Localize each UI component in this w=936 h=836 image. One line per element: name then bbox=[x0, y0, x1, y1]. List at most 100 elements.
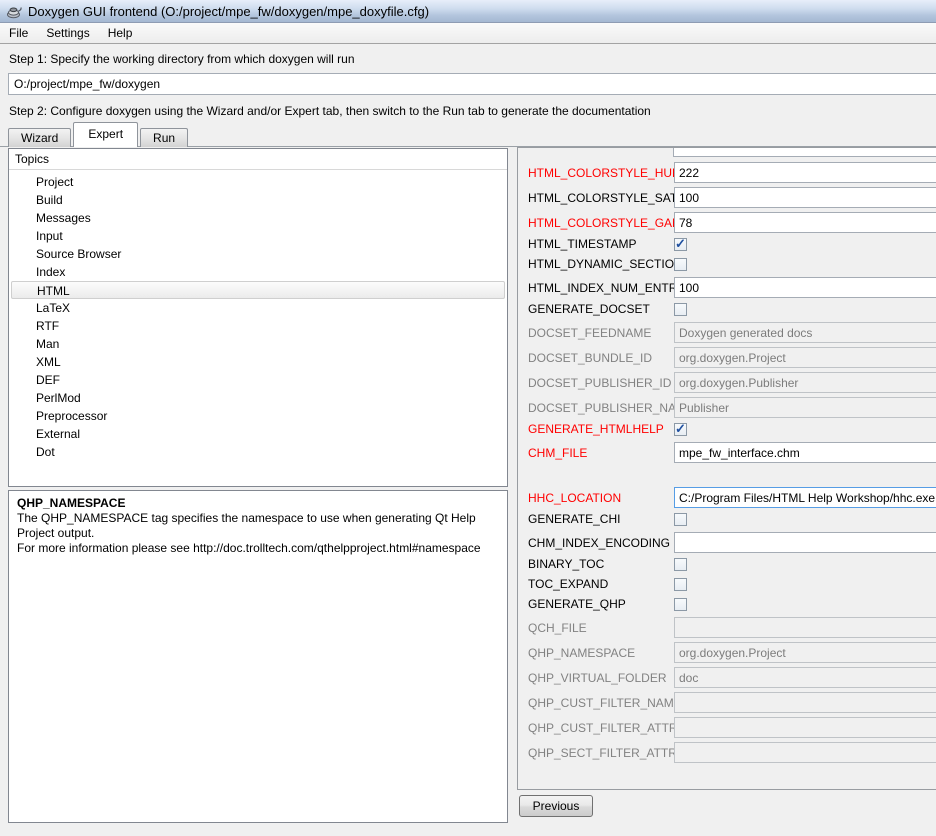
checkbox-generate-qhp[interactable] bbox=[674, 598, 687, 611]
topic-latex[interactable]: LaTeX bbox=[9, 299, 507, 317]
row-docset-publisher-name: DOCSET_PUBLISHER_NAME Publisher bbox=[528, 397, 936, 418]
row-hhc-location: HHC_LOCATION C:/Program Files/HTML Help … bbox=[528, 487, 936, 508]
input-qhp-cust-filter-attrs bbox=[674, 717, 936, 738]
input-docset-publisher-id: org.doxygen.Publisher bbox=[674, 372, 936, 393]
row-binary-toc: BINARY_TOC bbox=[528, 557, 936, 571]
input-value: Doxygen generated docs bbox=[679, 326, 812, 340]
help-line: The QHP_NAMESPACE tag specifies the name… bbox=[17, 511, 499, 541]
row-html-colorstyle-sat: HTML_COLORSTYLE_SAT 100 bbox=[528, 187, 936, 208]
checkbox-binary-toc[interactable] bbox=[674, 558, 687, 571]
step2-label: Step 2: Configure doxygen using the Wiza… bbox=[9, 104, 651, 118]
topic-html[interactable]: HTML bbox=[11, 281, 505, 299]
input-value: Publisher bbox=[679, 401, 729, 415]
label-qhp-namespace: QHP_NAMESPACE bbox=[528, 646, 674, 660]
checkbox-html-dynamic-sections[interactable] bbox=[674, 258, 687, 271]
label-toc-expand: TOC_EXPAND bbox=[528, 577, 674, 591]
input-qhp-sect-filter-attrs bbox=[674, 742, 936, 763]
working-directory-input[interactable]: O:/project/mpe_fw/doxygen bbox=[8, 73, 936, 95]
input-html-colorstyle-gamma[interactable]: 78 bbox=[674, 212, 936, 233]
help-line: For more information please see http://d… bbox=[17, 541, 499, 556]
checkbox-generate-docset[interactable] bbox=[674, 303, 687, 316]
row-docset-bundle-id: DOCSET_BUNDLE_ID org.doxygen.Project bbox=[528, 347, 936, 368]
topics-list: ProjectBuildMessagesInputSource BrowserI… bbox=[9, 170, 507, 461]
input-value: C:/Program Files/HTML Help Workshop/hhc.… bbox=[679, 491, 935, 505]
help-description: The QHP_NAMESPACE tag specifies the name… bbox=[17, 511, 499, 556]
clipped-field-above bbox=[673, 148, 936, 157]
previous-button[interactable]: Previous bbox=[519, 795, 593, 817]
row-toc-expand: TOC_EXPAND bbox=[528, 577, 936, 591]
label-generate-htmlhelp: GENERATE_HTMLHELP bbox=[528, 422, 674, 436]
input-html-colorstyle-sat[interactable]: 100 bbox=[674, 187, 936, 208]
input-chm-index-encoding[interactable] bbox=[674, 532, 936, 553]
doxygen-gui-window: Doxygen GUI frontend (O:/project/mpe_fw/… bbox=[0, 0, 936, 836]
checkbox-generate-chi[interactable] bbox=[674, 513, 687, 526]
label-html-colorstyle-hue: HTML_COLORSTYLE_HUE bbox=[528, 166, 674, 180]
checkbox-html-timestamp[interactable] bbox=[674, 238, 687, 251]
row-qhp-namespace: QHP_NAMESPACE org.doxygen.Project bbox=[528, 642, 936, 663]
input-qhp-namespace: org.doxygen.Project bbox=[674, 642, 936, 663]
topic-external[interactable]: External bbox=[9, 425, 507, 443]
label-qhp-cust-filter-name: QHP_CUST_FILTER_NAME bbox=[528, 696, 674, 710]
input-value: 222 bbox=[679, 166, 699, 180]
label-generate-docset: GENERATE_DOCSET bbox=[528, 302, 674, 316]
topic-source-browser[interactable]: Source Browser bbox=[9, 245, 507, 263]
settings-rows: HTML_COLORSTYLE_HUE 222 HTML_COLORSTYLE_… bbox=[528, 162, 936, 767]
row-html-dynamic-sections: HTML_DYNAMIC_SECTIONS bbox=[528, 257, 936, 271]
input-html-colorstyle-hue[interactable]: 222 bbox=[674, 162, 936, 183]
help-panel: QHP_NAMESPACE The QHP_NAMESPACE tag spec… bbox=[8, 490, 508, 823]
label-qhp-sect-filter-attrs: QHP_SECT_FILTER_ATTRS bbox=[528, 746, 674, 760]
input-qhp-cust-filter-name bbox=[674, 692, 936, 713]
row-qhp-sect-filter-attrs: QHP_SECT_FILTER_ATTRS bbox=[528, 742, 936, 763]
topic-rtf[interactable]: RTF bbox=[9, 317, 507, 335]
input-hhc-location[interactable]: C:/Program Files/HTML Help Workshop/hhc.… bbox=[674, 487, 936, 508]
row-generate-qhp: GENERATE_QHP bbox=[528, 597, 936, 611]
menu-settings[interactable]: Settings bbox=[37, 23, 98, 43]
checkbox-generate-htmlhelp[interactable] bbox=[674, 423, 687, 436]
menu-file[interactable]: File bbox=[0, 23, 37, 43]
topic-def[interactable]: DEF bbox=[9, 371, 507, 389]
row-qhp-cust-filter-attrs: QHP_CUST_FILTER_ATTRS bbox=[528, 717, 936, 738]
topic-project[interactable]: Project bbox=[9, 173, 507, 191]
row-generate-chi: GENERATE_CHI bbox=[528, 512, 936, 526]
input-value: doc bbox=[679, 671, 698, 685]
input-qhp-virtual-folder: doc bbox=[674, 667, 936, 688]
label-qhp-virtual-folder: QHP_VIRTUAL_FOLDER bbox=[528, 671, 674, 685]
checkbox-toc-expand[interactable] bbox=[674, 578, 687, 591]
input-html-index-num-entries[interactable]: 100 bbox=[674, 277, 936, 298]
topic-xml[interactable]: XML bbox=[9, 353, 507, 371]
label-qhp-cust-filter-attrs: QHP_CUST_FILTER_ATTRS bbox=[528, 721, 674, 735]
row-qhp-cust-filter-name: QHP_CUST_FILTER_NAME bbox=[528, 692, 936, 713]
step1-label: Step 1: Specify the working directory fr… bbox=[9, 52, 355, 66]
topics-header: Topics bbox=[9, 149, 507, 170]
tab-expert[interactable]: Expert bbox=[73, 122, 138, 147]
topic-input[interactable]: Input bbox=[9, 227, 507, 245]
label-hhc-location: HHC_LOCATION bbox=[528, 491, 674, 505]
settings-form-panel: HTML_COLORSTYLE_HUE 222 HTML_COLORSTYLE_… bbox=[517, 147, 936, 790]
window-title: Doxygen GUI frontend (O:/project/mpe_fw/… bbox=[28, 4, 429, 19]
menu-help[interactable]: Help bbox=[99, 23, 142, 43]
label-chm-file: CHM_FILE bbox=[528, 446, 674, 460]
title-bar[interactable]: Doxygen GUI frontend (O:/project/mpe_fw/… bbox=[0, 0, 936, 23]
tab-run[interactable]: Run bbox=[140, 128, 188, 147]
topic-perlmod[interactable]: PerlMod bbox=[9, 389, 507, 407]
input-value: org.doxygen.Project bbox=[679, 646, 786, 660]
row-qhp-virtual-folder: QHP_VIRTUAL_FOLDER doc bbox=[528, 667, 936, 688]
topic-messages[interactable]: Messages bbox=[9, 209, 507, 227]
label-html-timestamp: HTML_TIMESTAMP bbox=[528, 237, 674, 251]
label-chm-index-encoding: CHM_INDEX_ENCODING bbox=[528, 536, 674, 550]
tab-wizard[interactable]: Wizard bbox=[8, 128, 71, 147]
topic-preprocessor[interactable]: Preprocessor bbox=[9, 407, 507, 425]
input-chm-file[interactable]: mpe_fw_interface.chm bbox=[674, 442, 936, 463]
topic-dot[interactable]: Dot bbox=[9, 443, 507, 461]
row-chm-file: CHM_FILE mpe_fw_interface.chm bbox=[528, 442, 936, 463]
label-html-colorstyle-gamma: HTML_COLORSTYLE_GAMMA bbox=[528, 216, 674, 230]
row-chm-index-encoding: CHM_INDEX_ENCODING bbox=[528, 532, 936, 553]
topic-man[interactable]: Man bbox=[9, 335, 507, 353]
topic-index[interactable]: Index bbox=[9, 263, 507, 281]
label-qch-file: QCH_FILE bbox=[528, 621, 674, 635]
menu-bar: FileSettingsHelp bbox=[0, 23, 936, 44]
input-value: org.doxygen.Project bbox=[679, 351, 786, 365]
topic-build[interactable]: Build bbox=[9, 191, 507, 209]
input-value: org.doxygen.Publisher bbox=[679, 376, 798, 390]
label-generate-qhp: GENERATE_QHP bbox=[528, 597, 674, 611]
